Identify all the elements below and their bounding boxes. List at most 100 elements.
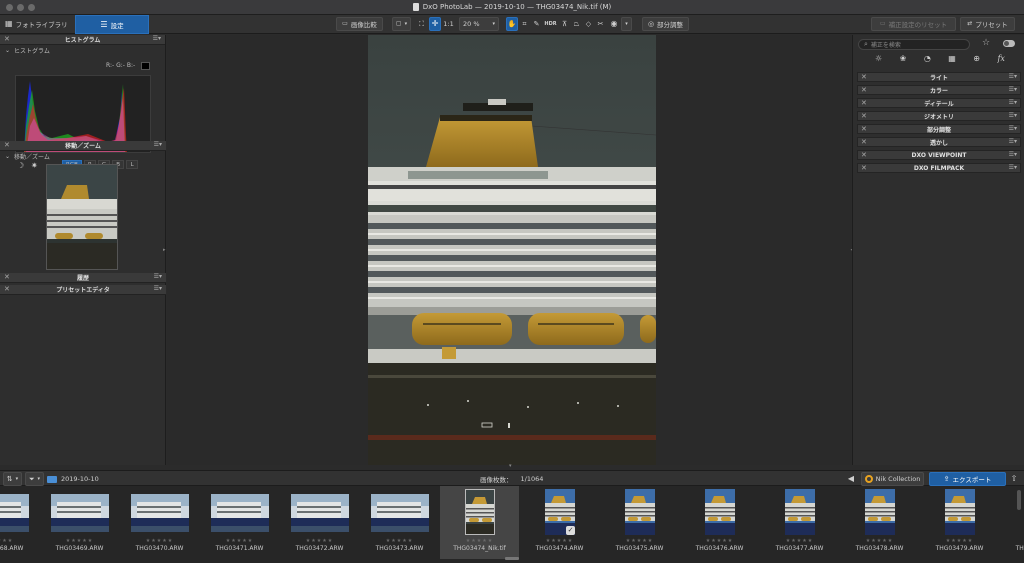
filmstrip-thumbnail[interactable]: ★★★★★ THG03479.ARW: [920, 486, 999, 559]
menu-icon[interactable]: ☰▾: [1009, 138, 1017, 145]
rating-stars[interactable]: ★★★★★: [840, 538, 919, 544]
view-toggle-switch[interactable]: [1003, 40, 1015, 47]
export-button[interactable]: ⇪ エクスポート: [929, 472, 1006, 486]
preview-options-dropdown[interactable]: ▾: [621, 17, 632, 31]
rating-stars[interactable]: ★★★★★: [600, 538, 679, 544]
close-icon[interactable]: ✕: [861, 125, 867, 133]
filmstrip-thumbnail[interactable]: ★★★★★ THG03478.ARW: [840, 486, 919, 559]
panel-watermark[interactable]: ✕ 透かし ☰▾: [857, 137, 1021, 147]
filmstrip[interactable]: ★★★★★THG03468.ARW★★★★★THG03469.ARW★★★★★T…: [0, 486, 1024, 563]
move-tool-button[interactable]: ✛: [429, 17, 441, 31]
tab-customize[interactable]: ☰ 設定: [75, 15, 149, 34]
filmstrip-thumbnail[interactable]: ★★★★★ THG03474_Nik.tif: [440, 486, 519, 559]
close-icon[interactable]: ✕: [861, 164, 867, 172]
reset-corrections-button[interactable]: ▭ 補正設定のリセット: [871, 17, 956, 31]
zoom-window-button[interactable]: [28, 4, 35, 11]
local-adjustments-button[interactable]: ◎ 部分調整: [642, 17, 689, 31]
preset-button[interactable]: ⇄ プリセット: [960, 17, 1015, 31]
perspective-tool-button[interactable]: ⏢: [571, 17, 582, 31]
rating-stars[interactable]: ★★★★★: [520, 538, 599, 544]
nik-collection-button[interactable]: Nik Collection: [861, 472, 924, 486]
share-button[interactable]: ⇧: [1008, 472, 1020, 486]
panel-geometry[interactable]: ✕ ジオメトリ ☰▾: [857, 111, 1021, 121]
watermark-category-icon[interactable]: ⊕: [973, 54, 980, 63]
close-icon[interactable]: ✕: [4, 273, 10, 281]
rating-stars[interactable]: ★★★★★: [200, 538, 279, 544]
rating-stars[interactable]: ★★★★★: [920, 538, 999, 544]
compare-button[interactable]: ▭ 画像比較: [336, 17, 383, 31]
menu-icon[interactable]: ☰▾: [1009, 151, 1017, 158]
menu-icon[interactable]: ☰▾: [1009, 99, 1017, 106]
rating-stars[interactable]: ★★★★★: [40, 538, 119, 544]
geometry-category-icon[interactable]: ▦: [948, 54, 956, 63]
light-category-icon[interactable]: ☼: [875, 54, 882, 63]
rating-stars[interactable]: ★★★★★: [760, 538, 839, 544]
filmstrip-thumbnail[interactable]: ★★★★★ THG03469.ARW: [40, 486, 119, 559]
filmstrip-thumbnail[interactable]: ★★★★★ THG03477.ARW: [760, 486, 839, 559]
close-icon[interactable]: ✕: [4, 141, 10, 149]
close-icon[interactable]: ✕: [861, 73, 867, 81]
menu-icon[interactable]: ☰▾: [1009, 164, 1017, 171]
menu-icon[interactable]: ☰▾: [1009, 86, 1017, 93]
menu-icon[interactable]: ☰▾: [154, 141, 162, 148]
navigation-subheader[interactable]: ⌄ 移動／ズーム: [0, 151, 166, 161]
color-category-icon[interactable]: ❀: [900, 54, 907, 63]
filter-dropdown[interactable]: ⏷ ▾: [25, 472, 44, 486]
minimize-window-button[interactable]: [17, 4, 24, 11]
filmstrip-scrollbar[interactable]: [1017, 490, 1021, 510]
histogram-subheader[interactable]: ⌄ ヒストグラム: [0, 45, 165, 55]
preset-editor-panel-header[interactable]: ✕ プリセットエディタ ☰▾: [0, 285, 166, 295]
rating-stars[interactable]: ★★★★★: [680, 538, 759, 544]
close-icon[interactable]: ✕: [861, 86, 867, 94]
filmstrip-thumbnail[interactable]: ★★★★★THG03468.ARW: [0, 486, 39, 559]
sort-dropdown[interactable]: ⇅ ▾: [3, 472, 22, 486]
menu-icon[interactable]: ☰▾: [154, 285, 162, 292]
effects-category-icon[interactable]: fx: [997, 54, 1004, 63]
navigator-preview[interactable]: [46, 164, 118, 270]
rating-stars[interactable]: ★★★★★: [360, 538, 439, 544]
shadow-clipping-icon[interactable]: ☽: [17, 161, 24, 170]
filmstrip-thumbnail[interactable]: ★★★★★ THG03475.ARW: [600, 486, 679, 559]
collapse-left-arrow-icon[interactable]: ▸: [163, 247, 166, 253]
main-photo[interactable]: [368, 35, 656, 465]
close-icon[interactable]: ✕: [4, 285, 10, 293]
rating-stars[interactable]: ★★★★★: [1000, 538, 1024, 544]
close-icon[interactable]: ✕: [861, 112, 867, 120]
menu-icon[interactable]: ☰▾: [1009, 125, 1017, 132]
favorites-star-icon[interactable]: ☆: [982, 38, 990, 48]
close-icon[interactable]: ✕: [861, 99, 867, 107]
menu-icon[interactable]: ☰▾: [1009, 73, 1017, 80]
panel-dxo-viewpoint[interactable]: ✕ DXO VIEWPOINT ☰▾: [857, 150, 1021, 160]
horizon-tool-button[interactable]: ⊼: [559, 17, 570, 31]
history-panel-header[interactable]: ✕ 履歴 ☰▾: [0, 273, 166, 283]
rating-stars[interactable]: ★★★★★: [280, 538, 359, 544]
resize-grip-icon[interactable]: [505, 557, 519, 560]
collapse-bottom-icon[interactable]: ▾: [509, 463, 512, 469]
detail-category-icon[interactable]: ◔: [924, 54, 931, 63]
filmstrip-thumbnail[interactable]: ★★★★★ THG03474.ARW ✓: [520, 486, 599, 559]
close-icon[interactable]: ✕: [4, 35, 10, 43]
white-balance-picker-button[interactable]: ✎: [531, 17, 542, 31]
rating-stars[interactable]: ★★★★★: [120, 538, 199, 544]
folder-breadcrumb[interactable]: 2019-10-10: [47, 472, 107, 486]
histogram-panel-header[interactable]: ✕ ヒストグラム ☰▾: [0, 35, 165, 45]
display-mode-dropdown[interactable]: ▢ ▾: [392, 17, 411, 31]
filmstrip-thumbnail[interactable]: ★★★★★ THG03471.ARW: [200, 486, 279, 559]
correction-search-field[interactable]: ⌕ 補正を検索: [858, 39, 970, 50]
rating-stars[interactable]: ★★★★★: [440, 538, 519, 544]
hand-tool-button[interactable]: ✋: [506, 17, 518, 31]
panel-light[interactable]: ✕ ライト ☰▾: [857, 72, 1021, 82]
hdr-button[interactable]: HDR: [543, 17, 558, 31]
menu-icon[interactable]: ☰▾: [153, 35, 161, 42]
fit-button[interactable]: ⛶: [416, 17, 427, 31]
panel-color[interactable]: ✕ カラー ☰▾: [857, 85, 1021, 95]
highlight-clipping-icon[interactable]: ✷: [31, 161, 38, 170]
filmstrip-thumbnail[interactable]: ★★★★★ THG03472.ARW: [280, 486, 359, 559]
panel-detail[interactable]: ✕ ディテール ☰▾: [857, 98, 1021, 108]
preview-toggle-button[interactable]: ◉: [608, 17, 620, 31]
previous-button[interactable]: ◀: [844, 472, 858, 486]
close-icon[interactable]: ✕: [861, 151, 867, 159]
panel-local-adjustments[interactable]: ✕ 部分調整 ☰▾: [857, 124, 1021, 134]
rating-stars[interactable]: ★★★★★: [0, 538, 39, 544]
filmstrip-thumbnail[interactable]: ★★★★★ THG03470.ARW: [120, 486, 199, 559]
